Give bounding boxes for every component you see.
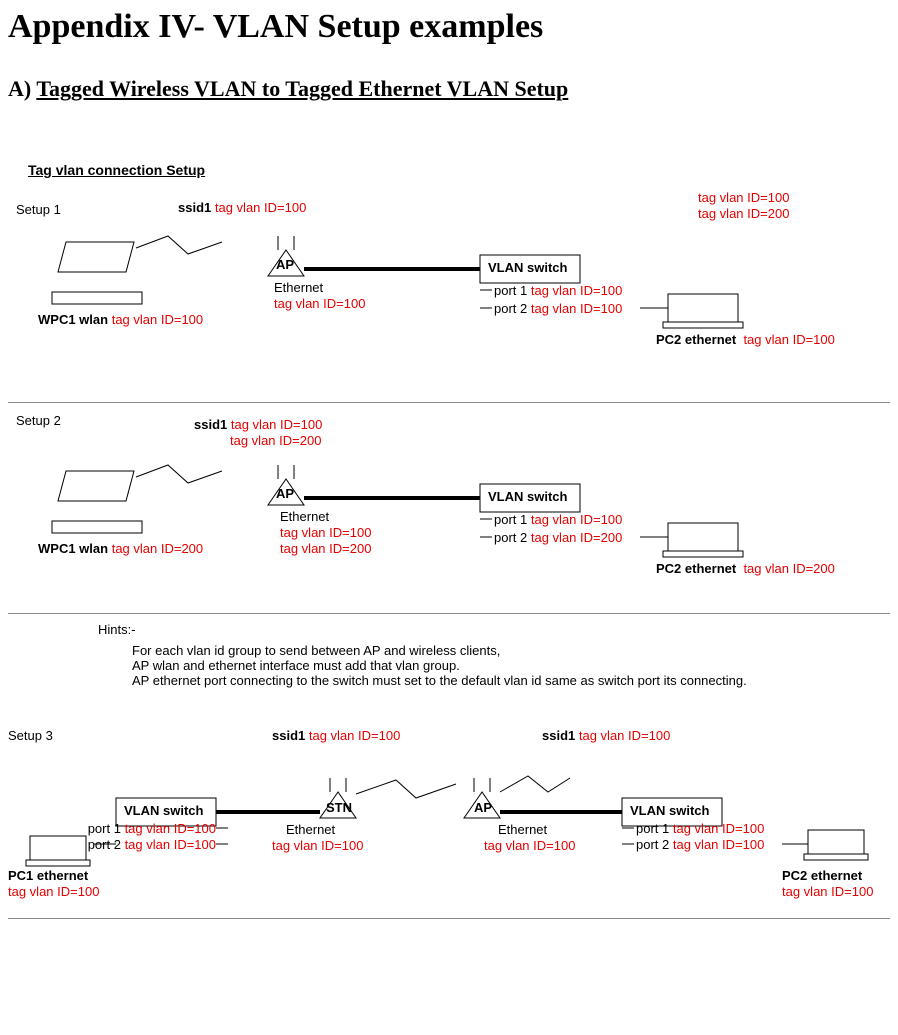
setup3-port2-r: port 2: [636, 837, 669, 852]
hints: Hints:- For each vlan id group to send b…: [98, 622, 890, 688]
setup3-port1-l-row: port 1 tag vlan ID=100: [86, 821, 216, 836]
setup1-wpc1-tag: tag vlan ID=100: [112, 312, 203, 327]
section-prefix: A): [8, 76, 36, 101]
setup3-eth-r-tag: tag vlan ID=100: [484, 838, 575, 853]
setup2-port1: port 1: [494, 512, 527, 527]
setup1-port2-row: port 2 tag vlan ID=100: [494, 301, 622, 316]
setup3-eth-l: Ethernet: [286, 822, 335, 837]
setup3-ssid-l-row: ssid1 tag vlan ID=100: [272, 728, 400, 743]
setup3-ssid-r: ssid1: [542, 728, 575, 743]
setup2-block: Setup 2 ssid1 tag vlan ID=100 tag vlan I…: [8, 403, 890, 613]
hints-title: Hints:-: [98, 622, 890, 637]
setup1-label: Setup 1: [16, 202, 61, 217]
hints-line2: AP wlan and ethernet interface must add …: [132, 658, 890, 673]
setup1-wpc1-row: WPC1 wlan tag vlan ID=100: [38, 312, 203, 327]
setup3-port2-r-tag: tag vlan ID=100: [673, 837, 764, 852]
setup3-pc1: PC1 ethernet: [8, 868, 88, 883]
setup3-ssid-r-tag: tag vlan ID=100: [579, 728, 670, 743]
setup1-eth-tag: tag vlan ID=100: [274, 296, 365, 311]
setup2-ap: AP: [276, 486, 294, 501]
setup1-ssid-row: ssid1 tag vlan ID=100: [178, 200, 306, 215]
setup3-port1-l-tag: tag vlan ID=100: [125, 821, 216, 836]
divider-3: [8, 918, 890, 919]
setup2-port1-tag: tag vlan ID=100: [531, 512, 622, 527]
setup3-port2-l-row: port 2 tag vlan ID=100: [86, 837, 216, 852]
setup3-port1-l: port 1: [88, 821, 121, 836]
setup1-top-tag2: tag vlan ID=200: [698, 206, 789, 221]
setup3-port1-r-tag: tag vlan ID=100: [673, 821, 764, 836]
setup2-vlan-switch: VLAN switch: [488, 489, 567, 504]
setup2-port2-tag: tag vlan ID=200: [531, 530, 622, 545]
setup1-block: Setup 1 ssid1 tag vlan ID=100 tag vlan I…: [8, 162, 890, 402]
setup2-ssid-tag2: tag vlan ID=200: [230, 433, 321, 448]
setup1-ssid-tag: tag vlan ID=100: [215, 200, 306, 215]
setup3-ssid-r-row: ssid1 tag vlan ID=100: [542, 728, 670, 743]
section-heading: A) Tagged Wireless VLAN to Tagged Ethern…: [8, 76, 890, 102]
setup1-pc2-row: PC2 ethernet tag vlan ID=100: [656, 332, 835, 347]
setup2-ssid-row: ssid1 tag vlan ID=100: [194, 417, 322, 432]
setup3-eth-r: Ethernet: [498, 822, 547, 837]
setup3-port2-r-row: port 2 tag vlan ID=100: [636, 837, 764, 852]
setup1-pc2-tag: tag vlan ID=100: [743, 332, 834, 347]
setup3-vswitch-r: VLAN switch: [630, 803, 709, 818]
setup2-port2: port 2: [494, 530, 527, 545]
setup2-pc2-row: PC2 ethernet tag vlan ID=200: [656, 561, 835, 576]
setup2-label: Setup 2: [16, 413, 61, 428]
setup2-pc2-tag: tag vlan ID=200: [743, 561, 834, 576]
setup2-eth-tag2: tag vlan ID=200: [280, 541, 371, 556]
page-title: Appendix IV- VLAN Setup examples: [8, 8, 890, 46]
hints-line3: AP ethernet port connecting to the switc…: [132, 673, 890, 688]
setup3-label: Setup 3: [8, 728, 53, 743]
setup1-eth: Ethernet: [274, 280, 323, 295]
setup3-ssid-l: ssid1: [272, 728, 305, 743]
setup3-port2-l-tag: tag vlan ID=100: [125, 837, 216, 852]
setup3-port2-l: port 2: [88, 837, 121, 852]
diagram: Tag vlan connection Setup Setup: [8, 162, 890, 919]
divider-2: [8, 613, 890, 614]
setup3-stn: STN: [326, 800, 352, 815]
setup1-wpc1: WPC1 wlan: [38, 312, 108, 327]
setup3-ssid-l-tag: tag vlan ID=100: [309, 728, 400, 743]
setup3-block: Setup 3 ssid1 tag vlan ID=100 ssid1 tag …: [8, 718, 890, 918]
setup1-port1: port 1: [494, 283, 527, 298]
setup2-wpc1-tag: tag vlan ID=200: [112, 541, 203, 556]
setup3-pc2: PC2 ethernet: [782, 868, 862, 883]
setup3-port1-r-row: port 1 tag vlan ID=100: [636, 821, 764, 836]
setup1-vlan-switch: VLAN switch: [488, 260, 567, 275]
setup1-top-tag1: tag vlan ID=100: [698, 190, 789, 205]
setup3-pc1-tag: tag vlan ID=100: [8, 884, 99, 899]
setup1-port2-tag: tag vlan ID=100: [531, 301, 622, 316]
setup2-eth-tag1: tag vlan ID=100: [280, 525, 371, 540]
setup1-ap: AP: [276, 257, 294, 272]
setup1-port2: port 2: [494, 301, 527, 316]
setup3-pc2-tag: tag vlan ID=100: [782, 884, 873, 899]
setup2-eth: Ethernet: [280, 509, 329, 524]
setup3-port1-r: port 1: [636, 821, 669, 836]
setup2-port2-row: port 2 tag vlan ID=200: [494, 530, 622, 545]
setup1-pc2: PC2 ethernet: [656, 332, 736, 347]
setup2-pc2: PC2 ethernet: [656, 561, 736, 576]
setup1-ssid: ssid1: [178, 200, 211, 215]
hints-line1: For each vlan id group to send between A…: [132, 643, 890, 658]
setup1-port1-tag: tag vlan ID=100: [531, 283, 622, 298]
section-underline: Tagged Wireless VLAN to Tagged Ethernet …: [36, 76, 568, 101]
setup1-port1-row: port 1 tag vlan ID=100: [494, 283, 622, 298]
setup3-vswitch-l: VLAN switch: [124, 803, 203, 818]
setup2-ssid: ssid1: [194, 417, 227, 432]
setup3-ap: AP: [474, 800, 492, 815]
setup2-ssid-tag1: tag vlan ID=100: [231, 417, 322, 432]
setup3-eth-l-tag: tag vlan ID=100: [272, 838, 363, 853]
setup2-port1-row: port 1 tag vlan ID=100: [494, 512, 622, 527]
setup2-wpc1: WPC1 wlan: [38, 541, 108, 556]
setup2-wpc1-row: WPC1 wlan tag vlan ID=200: [38, 541, 203, 556]
